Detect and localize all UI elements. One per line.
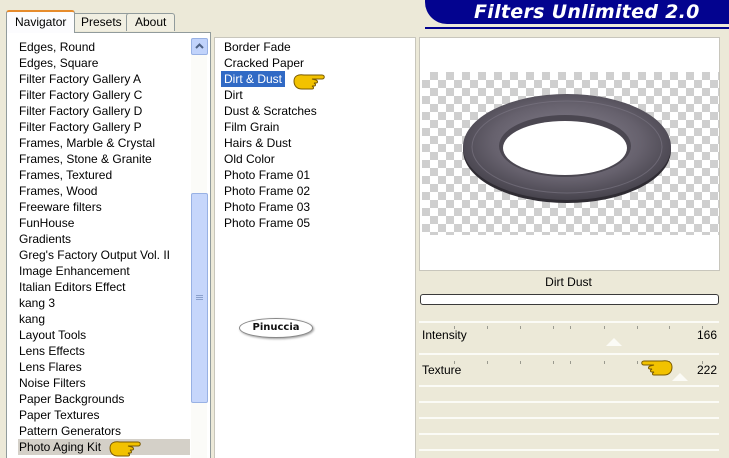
pointing-hand-icon: [641, 360, 673, 376]
category-item[interactable]: Edges, Square: [18, 55, 190, 71]
category-item[interactable]: Edges, Round: [18, 39, 190, 55]
filter-item[interactable]: Dirt & Dust: [221, 71, 286, 87]
category-item[interactable]: Italian Editors Effect: [18, 279, 190, 295]
preview-panel: [419, 37, 720, 271]
category-item[interactable]: Paper Textures: [18, 407, 190, 423]
category-item[interactable]: Lens Flares: [18, 359, 190, 375]
filter-item[interactable]: Film Grain: [223, 119, 403, 135]
category-item[interactable]: Greg's Factory Output Vol. II: [18, 247, 190, 263]
pointing-hand-icon: [109, 441, 141, 457]
slider-ticks: [419, 361, 719, 365]
parameter-area: Intensity 166 Texture 222: [419, 307, 719, 457]
category-item[interactable]: Frames, Textured: [18, 167, 190, 183]
category-list: Edges, Round Edges, Square Filter Factory …: [18, 39, 190, 455]
filter-item[interactable]: Dust & Scratches: [223, 103, 403, 119]
category-item[interactable]: Freeware filters: [18, 199, 190, 215]
preview-image: [463, 94, 671, 203]
tab-about[interactable]: About: [126, 13, 176, 31]
category-item[interactable]: Filter Factory Gallery A: [18, 71, 190, 87]
tab-navigator[interactable]: Navigator: [6, 10, 76, 33]
category-item[interactable]: Frames, Stone & Granite: [18, 151, 190, 167]
category-item[interactable]: Frames, Wood: [18, 183, 190, 199]
category-panel: Edges, Round Edges, Square Filter Factory …: [6, 32, 211, 458]
category-item[interactable]: Filter Factory Gallery C: [18, 87, 190, 103]
category-item[interactable]: Layout Tools: [18, 327, 190, 343]
filter-item[interactable]: Border Fade: [223, 39, 403, 55]
app-title: Filters Unlimited 2.0: [474, 1, 700, 23]
category-item[interactable]: Pattern Generators: [18, 423, 190, 439]
category-item[interactable]: Gradients: [18, 231, 190, 247]
transparency-checkerboard: [422, 72, 719, 235]
category-item[interactable]: Lens Effects: [18, 343, 190, 359]
thumb-grip: [196, 297, 203, 298]
intensity-value: 166: [696, 328, 717, 342]
thumb-grip: [196, 299, 203, 300]
filter-item[interactable]: Photo Frame 05: [223, 215, 403, 231]
intensity-slider-thumb[interactable]: [606, 338, 622, 346]
chevron-up-icon: [195, 43, 204, 49]
texture-label: Texture: [422, 363, 462, 377]
category-item[interactable]: FunHouse: [18, 215, 190, 231]
filter-panel: Border Fade Cracked Paper Dirt & Dust Dirt D…: [214, 37, 416, 458]
category-item[interactable]: Filter Factory Gallery P: [18, 119, 190, 135]
category-item[interactable]: Image Enhancement: [18, 263, 190, 279]
intensity-label: Intensity: [422, 328, 467, 342]
category-item[interactable]: Noise Filters: [18, 375, 190, 391]
scroll-up-button[interactable]: [191, 38, 208, 55]
category-item[interactable]: kang: [18, 311, 190, 327]
title-underline: [425, 27, 729, 29]
category-item[interactable]: Photo Aging Kit: [18, 439, 190, 455]
texture-value: 222: [696, 363, 717, 377]
category-item[interactable]: Frames, Marble & Crystal: [18, 135, 190, 151]
filter-name-label: Dirt Dust: [545, 275, 592, 289]
filter-item[interactable]: Photo Frame 01: [223, 167, 403, 183]
category-scrollbar[interactable]: [191, 38, 208, 458]
filter-list: Border Fade Cracked Paper Dirt & Dust Dirt D…: [221, 39, 403, 231]
filter-item[interactable]: Old Color: [223, 151, 403, 167]
watermark-logo: Pinuccia: [239, 318, 313, 338]
param-row-texture[interactable]: Texture 222: [419, 361, 719, 381]
category-item[interactable]: Paper Backgrounds: [18, 391, 190, 407]
filter-item[interactable]: Photo Frame 03: [223, 199, 403, 215]
filter-item[interactable]: Hairs & Dust: [223, 135, 403, 151]
category-item[interactable]: kang 3: [18, 295, 190, 311]
thumb-grip: [196, 295, 203, 296]
pointing-hand-icon: [293, 74, 325, 90]
texture-slider-thumb[interactable]: [672, 373, 688, 381]
category-item[interactable]: Filter Factory Gallery D: [18, 103, 190, 119]
filter-item[interactable]: Cracked Paper: [223, 55, 403, 71]
filter-item[interactable]: Photo Frame 02: [223, 183, 403, 199]
tab-presets[interactable]: Presets: [72, 13, 131, 31]
progress-bar: [420, 294, 719, 305]
scroll-thumb[interactable]: [191, 193, 208, 403]
param-row-intensity[interactable]: Intensity 166: [419, 326, 719, 346]
